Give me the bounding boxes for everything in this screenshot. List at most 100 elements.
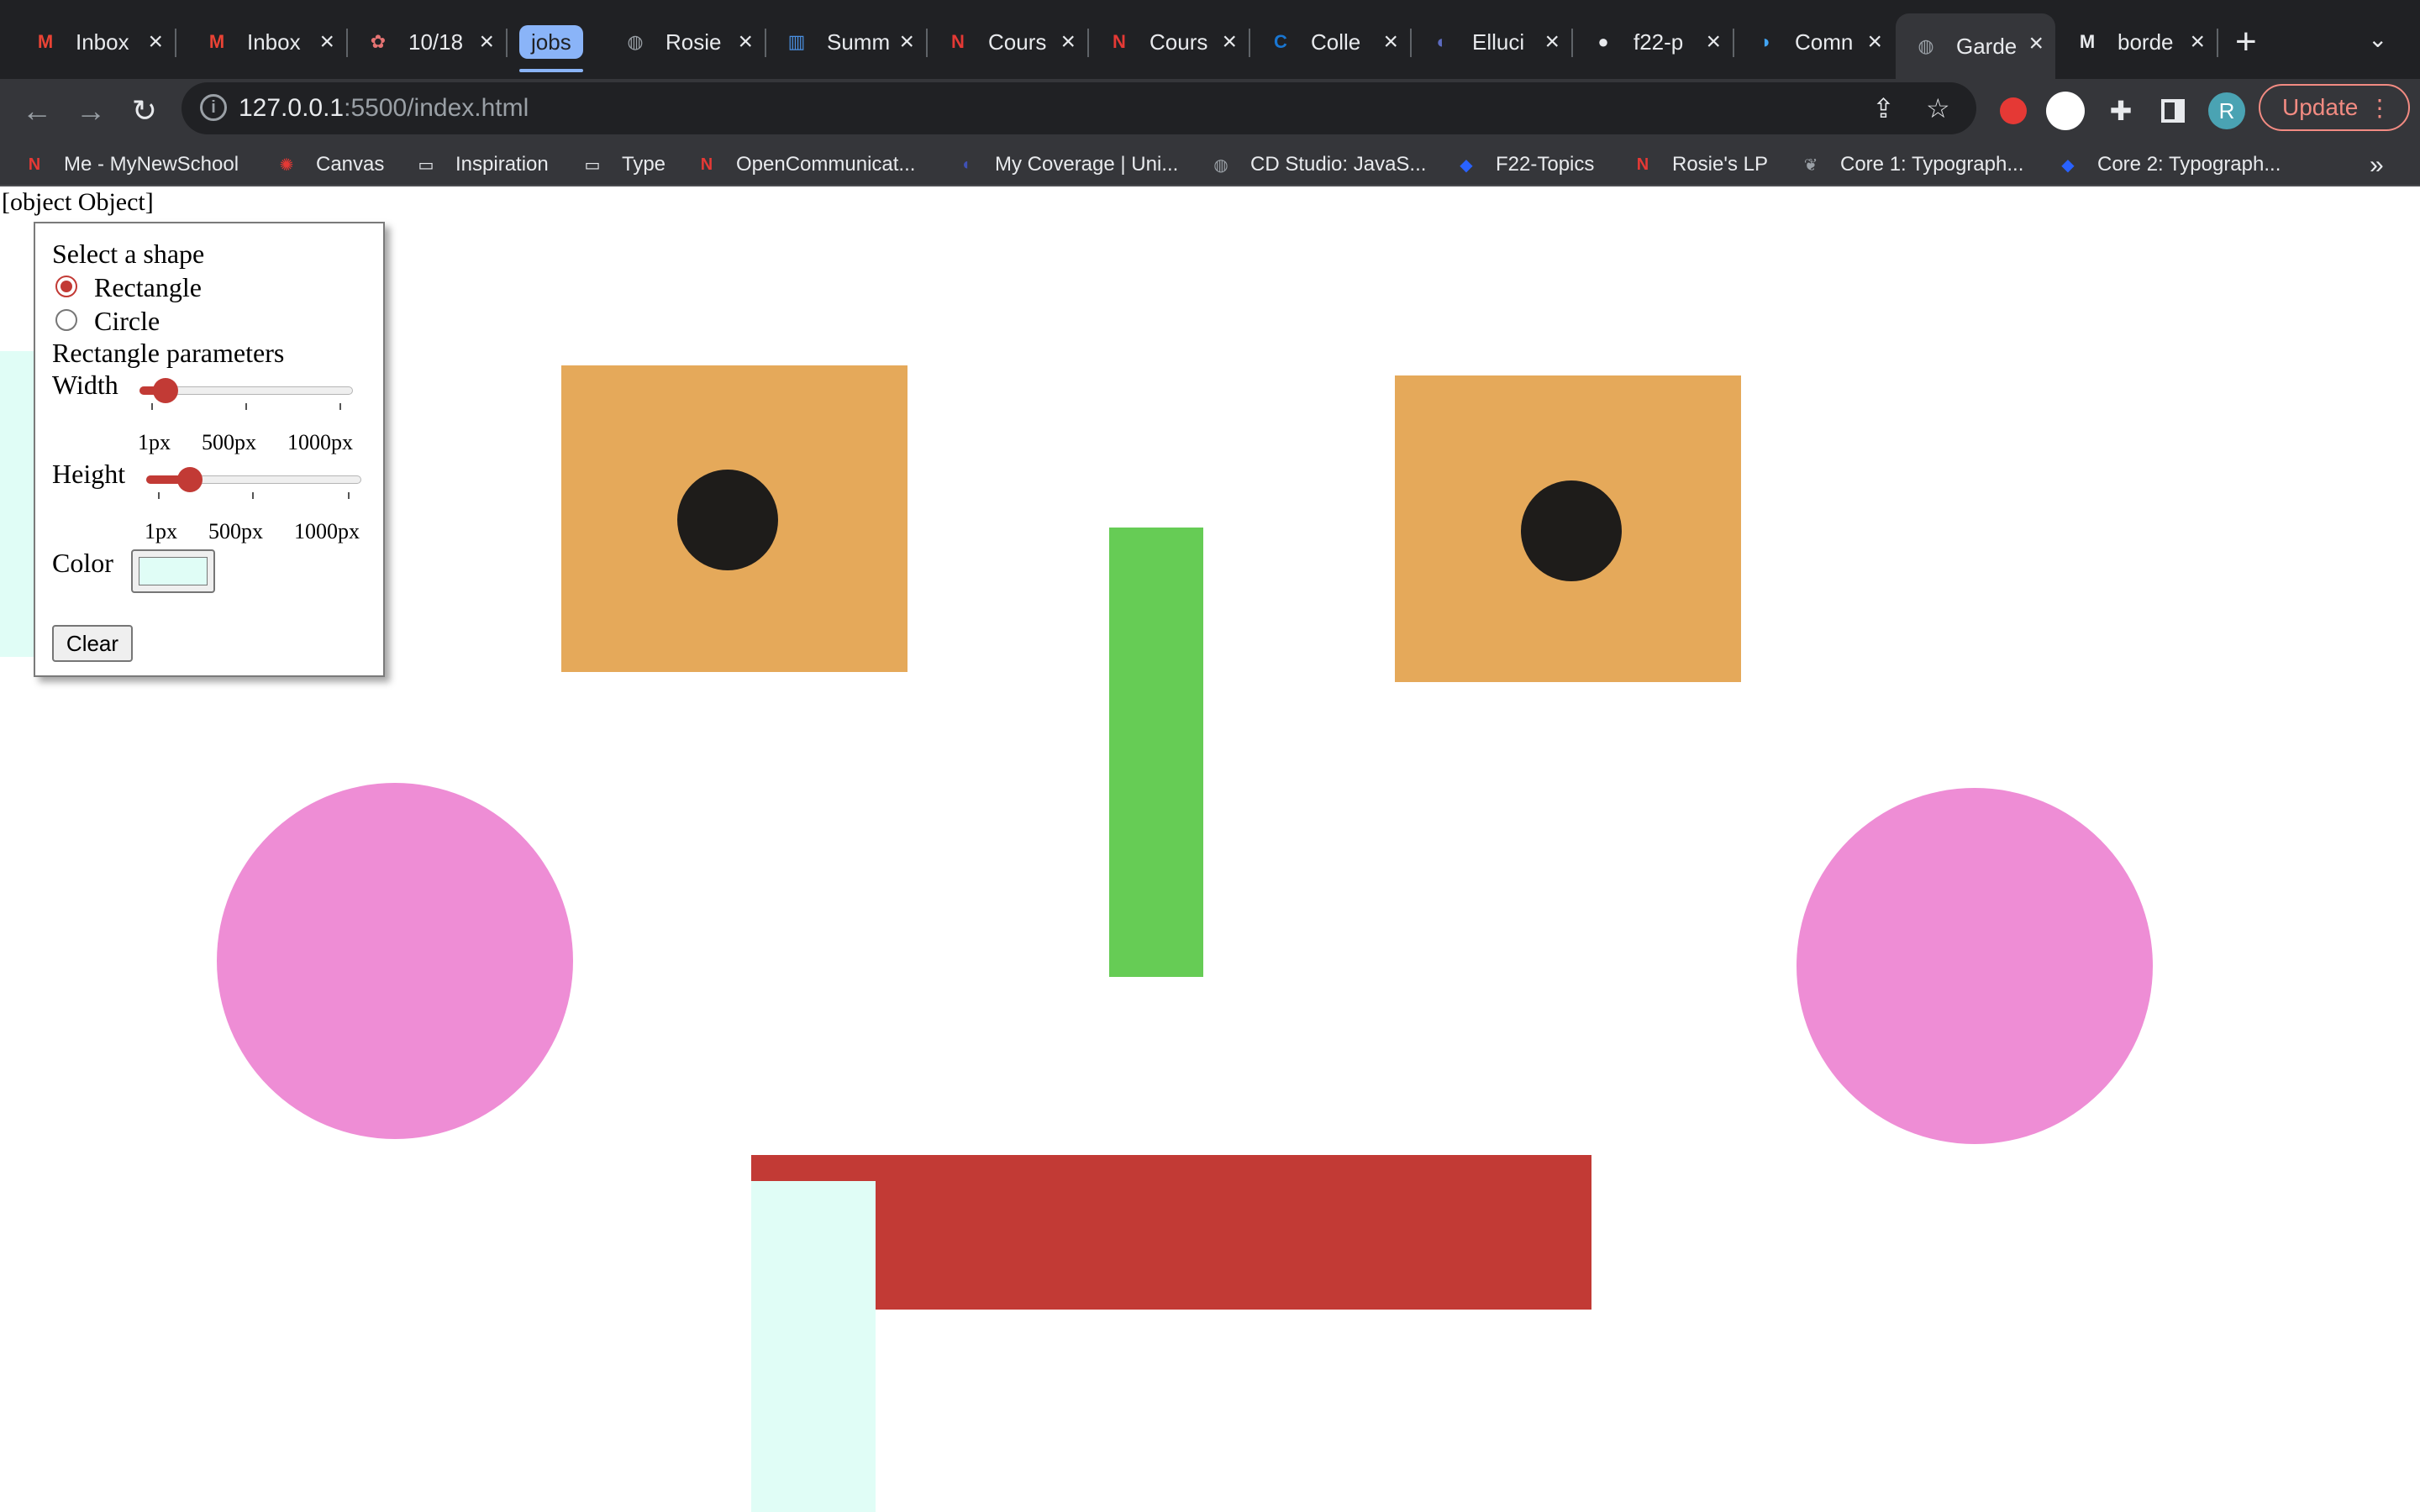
tab-title: Cours (988, 29, 1047, 55)
close-tab-icon[interactable]: × (148, 27, 163, 57)
bookmark-star-icon[interactable]: ☆ (1926, 92, 1950, 124)
bookmark-item[interactable]: ◖ My Coverage | Uni... (953, 150, 1178, 180)
ublock-extension-icon[interactable] (1993, 91, 2033, 131)
bookmark-label: CD Studio: JavaS... (1250, 153, 1427, 176)
share-icon[interactable]: ⇪ (1872, 92, 1895, 124)
bookmarks-overflow-icon[interactable]: » (2370, 151, 2384, 180)
bookmarks-bar: » N Me - MyNewSchool ✺ Canvas ▭ Inspiration ▭ T… (0, 144, 2420, 186)
width-slider-thumb[interactable] (153, 378, 179, 403)
green-rectangle-nose (1109, 528, 1203, 977)
tab-group-chip[interactable]: jobs (519, 25, 583, 59)
flower-icon: ✿ (370, 31, 387, 52)
browser-tab[interactable]: Mborde × (2057, 12, 2218, 72)
height-tick (158, 492, 160, 499)
side-panel-icon[interactable] (2153, 91, 2193, 131)
color-swatch (139, 557, 208, 585)
browser-tab[interactable]: ● f22-p × (1573, 12, 1734, 72)
browser-tab[interactable]: M Inbox × (15, 12, 176, 72)
circle-radio[interactable] (55, 309, 77, 331)
width-tick (339, 403, 341, 410)
close-tab-icon[interactable]: × (2190, 27, 2205, 57)
site-info-icon[interactable]: i (200, 94, 227, 121)
parameters-heading: Rectangle parameters (52, 338, 285, 368)
close-tab-icon[interactable]: × (1222, 27, 1237, 57)
rectangle-radio[interactable] (55, 276, 77, 297)
bookmark-item[interactable]: ▭ Type (580, 150, 666, 180)
color-picker-input[interactable] (131, 549, 215, 593)
clear-button[interactable]: Clear (52, 625, 133, 662)
page-viewport: [object Object] Select a shape Rectangle… (0, 186, 2420, 1512)
tab-search-chevron-icon[interactable]: ⌄ (2368, 25, 2387, 53)
bookmark-label: F22-Topics (1496, 153, 1595, 176)
tab-title: 10/18 (408, 29, 464, 55)
close-tab-icon[interactable]: × (1060, 27, 1076, 57)
back-icon[interactable]: ← (17, 91, 57, 131)
browser-tab[interactable]: M Inbox × (187, 12, 348, 72)
ellucian-icon: ◐ (1436, 31, 1448, 52)
close-tab-icon[interactable]: × (1383, 27, 1398, 57)
tab-title: Cours (1150, 29, 1208, 55)
bookmark-item[interactable]: ▭ Inspiration (413, 150, 549, 180)
url-path: :5500/index.html (344, 94, 529, 122)
url-text[interactable]: 127.0.0.1:5500/index.html (239, 94, 529, 123)
tab-separator (2217, 29, 2218, 57)
newschool-icon: N (700, 155, 713, 174)
width-slider[interactable] (139, 378, 353, 403)
browser-tab[interactable]: ▥ Summ × (766, 12, 928, 72)
tab-title: Rosie (666, 29, 722, 55)
close-tab-icon[interactable]: × (319, 27, 334, 57)
new-tab-icon[interactable]: + (2235, 22, 2257, 62)
browser-tab[interactable]: ◍ Garde × (1896, 13, 2055, 79)
select-shape-label: Select a shape (52, 239, 205, 269)
reload-icon[interactable]: ↻ (124, 91, 165, 131)
browser-tab[interactable]: N Cours × (1089, 12, 1250, 72)
bookmark-label: My Coverage | Uni... (995, 153, 1179, 176)
browser-tab[interactable]: ◑ Comn × (1734, 12, 1894, 72)
layers-icon: ◆ (1460, 155, 1473, 175)
globe-icon: ◍ (627, 31, 644, 52)
circle-option-label: Circle (94, 306, 160, 336)
extensions-puzzle-icon[interactable]: ✚ (2101, 91, 2141, 131)
close-tab-icon[interactable]: × (1544, 27, 1560, 57)
extension-circle-icon[interactable] (2045, 91, 2086, 131)
height-slider[interactable] (146, 467, 361, 492)
bookmark-label: Rosie's LP (1672, 153, 1768, 176)
browser-tab[interactable]: ✿ 10/18 × (348, 12, 508, 72)
close-tab-icon[interactable]: × (1867, 27, 1882, 57)
close-tab-icon[interactable]: × (2028, 29, 2044, 59)
close-tab-icon[interactable]: × (738, 27, 753, 57)
close-tab-icon[interactable]: × (479, 27, 494, 57)
bookmark-item[interactable]: N Rosie's LP (1630, 150, 1768, 180)
forward-icon[interactable]: → (71, 91, 111, 131)
bookmark-item[interactable]: ◆ Core 2: Typograph... (2055, 150, 2281, 180)
bookmark-item[interactable]: ◆ F22-Topics (1454, 150, 1594, 180)
bookmark-item[interactable]: N Me - MyNewSchool (22, 150, 239, 180)
height-tick (348, 492, 350, 499)
more-menu-icon[interactable]: ⋮ (2368, 94, 2391, 122)
close-tab-icon[interactable]: × (1706, 27, 1721, 57)
bookmark-item[interactable]: ✺ Canvas (274, 150, 385, 180)
update-button[interactable]: Update ⋮ (2259, 84, 2410, 131)
browser-tab[interactable]: ◐ Elluci × (1412, 12, 1573, 72)
browser-tab[interactable]: N Cours × (928, 12, 1089, 72)
browser-tab[interactable]: C Colle × (1250, 12, 1412, 72)
address-bar[interactable]: i 127.0.0.1:5500/index.html ⇪ ☆ (182, 82, 1976, 134)
update-label: Update (2282, 94, 2359, 120)
browser-tab[interactable]: ◍ Rosie × (605, 12, 766, 72)
tab-title: Garde (1956, 33, 2018, 59)
bookmark-item[interactable]: ◍ CD Studio: JavaS... (1208, 150, 1426, 180)
bookmark-item[interactable]: ❦ Core 1: Typograph... (1798, 150, 2024, 180)
mint-rectangle-bottom (751, 1181, 876, 1512)
tab-group-indicator (519, 69, 583, 72)
profile-avatar[interactable]: R (2207, 91, 2247, 131)
height-tick-label-min: 1px (145, 519, 177, 543)
height-tick-label-mid: 500px (208, 519, 263, 543)
bookmark-label: OpenCommunicat... (736, 153, 916, 176)
tab-title: Colle (1311, 29, 1361, 55)
bookmark-item[interactable]: N OpenCommunicat... (694, 150, 916, 180)
height-slider-thumb[interactable] (177, 467, 203, 492)
globe-icon: ◍ (1213, 155, 1228, 175)
width-tick-label-min: 1px (138, 430, 171, 454)
close-tab-icon[interactable]: × (899, 27, 914, 57)
shield-icon: ◖ (960, 155, 971, 174)
